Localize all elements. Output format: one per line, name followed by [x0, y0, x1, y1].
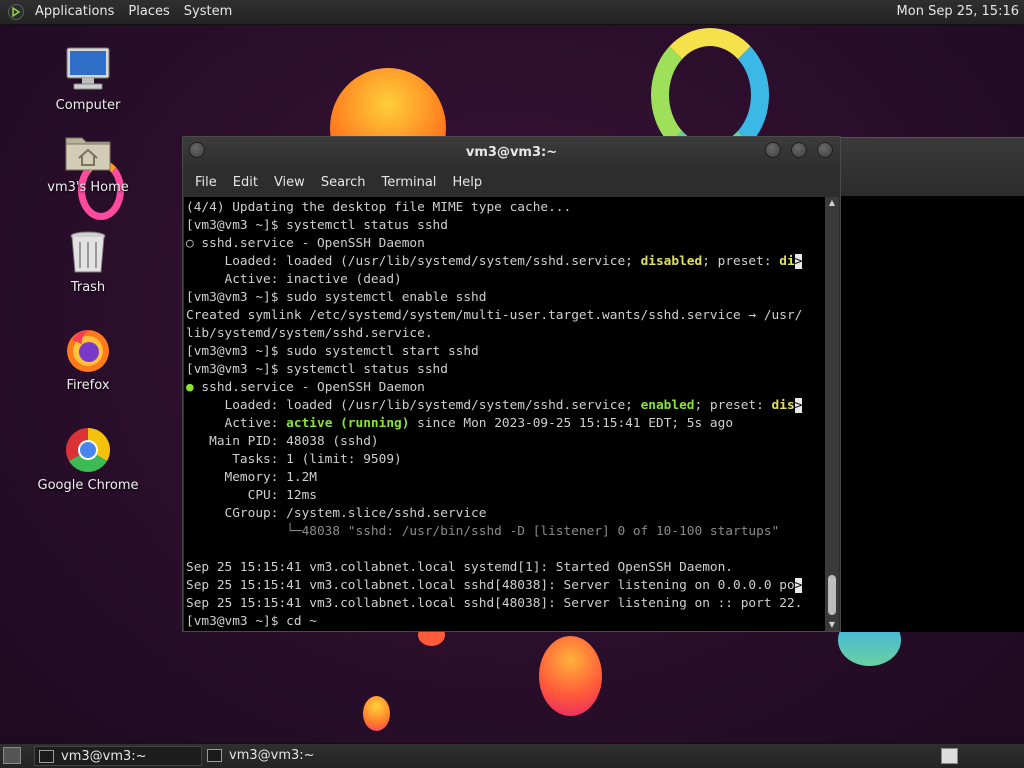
- terminal-line: lib/systemd/system/sshd.service.: [186, 326, 433, 341]
- menu-places[interactable]: Places: [121, 0, 176, 24]
- menu-applications[interactable]: Applications: [28, 0, 121, 24]
- home-folder-icon: [64, 128, 112, 176]
- desktop-icon-label: Firefox: [66, 378, 110, 393]
- terminal-line: [vm3@vm3 ~]$ systemctl status sshd: [186, 362, 448, 377]
- taskbar-item-label: vm3@vm3:~: [61, 749, 147, 764]
- line-segment: ; preset:: [694, 398, 772, 413]
- terminal-line: CPU: 12ms: [186, 488, 317, 503]
- terminal-titlebar[interactable]: vm3@vm3:~: [183, 137, 840, 169]
- terminal-line: ○ sshd.service - OpenSSH Daemon: [186, 236, 425, 251]
- window-title: vm3@vm3:~: [465, 145, 558, 160]
- terminal-line: [vm3@vm3 ~]$ sudo systemctl start sshd: [186, 344, 479, 359]
- terminal-line: [vm3@vm3 ~]$ sudo systemctl enable sshd: [186, 290, 487, 305]
- background-terminal-window[interactable]: [840, 137, 1024, 632]
- terminal-line: Memory: 1.2M: [186, 470, 317, 485]
- menu-view[interactable]: View: [266, 175, 313, 190]
- terminal-line: CGroup: /system.slice/sshd.service: [186, 506, 487, 521]
- line-segment: sshd.service - OpenSSH Daemon: [193, 380, 425, 395]
- panel-clock[interactable]: Mon Sep 25, 15:16: [897, 0, 1019, 24]
- wallpaper-pink-orb: [539, 636, 602, 716]
- menu-system[interactable]: System: [177, 0, 239, 24]
- line-segment: ; preset:: [702, 254, 780, 269]
- desktop-icon-firefox[interactable]: Firefox: [28, 326, 148, 393]
- desktop-icon-chrome[interactable]: Google Chrome: [28, 426, 148, 493]
- desktop-icon-label: Trash: [70, 280, 106, 295]
- menu-terminal[interactable]: Terminal: [373, 175, 444, 190]
- terminal-output[interactable]: (4/4) Updating the desktop file MIME typ…: [184, 197, 825, 631]
- terminal-line: └─48038 "sshd: /usr/bin/sshd -D [listene…: [186, 524, 780, 539]
- taskbar-item-terminal-1[interactable]: vm3@vm3:~: [34, 746, 202, 766]
- background-window-titlebar[interactable]: [840, 138, 1024, 196]
- scrollbar-thumb[interactable]: [828, 575, 836, 615]
- status-active-running: active (running): [286, 416, 410, 431]
- status-enabled: enabled: [640, 398, 695, 413]
- computer-icon: [64, 46, 112, 94]
- wallpaper-small-orb: [363, 696, 390, 731]
- desktop-icon-computer[interactable]: Computer: [28, 46, 148, 113]
- status-dot-icon: ●: [186, 380, 194, 395]
- line-segment: since Mon 2023-09-25 15:15:41 EDT; 5s ag…: [409, 416, 734, 431]
- line-segment: Sep 25 15:15:41 vm3.collabnet.local sshd…: [186, 578, 795, 593]
- terminal-menubar: File Edit View Search Terminal Help: [183, 169, 840, 195]
- terminal-line: (4/4) Updating the desktop file MIME typ…: [186, 200, 572, 215]
- scroll-up-arrow-icon[interactable]: ▲: [825, 197, 839, 209]
- desktop-icon-label: Google Chrome: [37, 478, 139, 493]
- menu-file[interactable]: File: [187, 175, 225, 190]
- terminal-window[interactable]: vm3@vm3:~ File Edit View Search Terminal…: [182, 136, 841, 632]
- taskbar-item-terminal-2[interactable]: vm3@vm3:~: [203, 746, 371, 766]
- overflow-marker: >: [794, 398, 803, 413]
- terminal-icon: [207, 749, 222, 762]
- terminal-line: Loaded: loaded (/usr/lib/systemd/system/…: [186, 253, 825, 271]
- desktop-icon-home[interactable]: vm3's Home: [28, 128, 148, 195]
- terminal-line: [vm3@vm3 ~]$ systemctl status sshd: [186, 218, 448, 233]
- line-segment: dis: [771, 398, 795, 413]
- show-desktop-icon[interactable]: [3, 747, 21, 764]
- terminal-icon: [39, 750, 54, 763]
- menu-help[interactable]: Help: [444, 175, 490, 190]
- maximize-button[interactable]: [791, 142, 807, 158]
- status-disabled: disabled: [640, 254, 703, 269]
- terminal-line: Main PID: 48038 (sshd): [186, 434, 379, 449]
- close-button[interactable]: [817, 142, 833, 158]
- workspace-switcher[interactable]: [941, 748, 958, 764]
- terminal-scrollbar[interactable]: ▲ ▼: [825, 197, 839, 631]
- minimize-button[interactable]: [765, 142, 781, 158]
- terminal-line: ● sshd.service - OpenSSH Daemon: [186, 379, 825, 397]
- firefox-icon: [64, 326, 112, 374]
- desktop-icon-label: Computer: [55, 98, 121, 113]
- overflow-marker: >: [794, 578, 803, 593]
- scroll-down-arrow-icon[interactable]: ▼: [825, 619, 839, 631]
- line-segment: Loaded: loaded (/usr/lib/systemd/system/…: [186, 254, 641, 269]
- applications-logo-icon[interactable]: [8, 4, 24, 20]
- terminal-line: Sep 25 15:15:41 vm3.collabnet.local sshd…: [186, 596, 803, 611]
- menu-edit[interactable]: Edit: [225, 175, 266, 190]
- desktop-icon-label: vm3's Home: [47, 180, 129, 195]
- desktop-icon-trash[interactable]: Trash: [28, 228, 148, 295]
- terminal-prompt-line: [vm3@vm3 ~]$ cd ~: [186, 614, 317, 629]
- top-panel: Applications Places System Mon Sep 25, 1…: [0, 0, 1024, 25]
- terminal-line: Sep 25 15:15:41 vm3.collabnet.local sshd…: [186, 577, 825, 595]
- taskbar-item-label: vm3@vm3:~: [229, 748, 315, 763]
- terminal-line: Active: active (running) since Mon 2023-…: [186, 415, 825, 433]
- trash-icon: [64, 228, 112, 276]
- chrome-icon: [64, 426, 112, 474]
- terminal-line: Created symlink /etc/systemd/system/mult…: [186, 308, 803, 323]
- terminal-line: Active: inactive (dead): [186, 272, 402, 287]
- line-segment: Loaded: loaded (/usr/lib/systemd/system/…: [186, 398, 641, 413]
- overflow-marker: >: [794, 254, 803, 269]
- menu-search[interactable]: Search: [313, 175, 374, 190]
- terminal-line: Sep 25 15:15:41 vm3.collabnet.local syst…: [186, 560, 734, 575]
- line-segment: Active:: [186, 416, 287, 431]
- terminal-line: Tasks: 1 (limit: 9509): [186, 452, 402, 467]
- bottom-panel: vm3@vm3:~ vm3@vm3:~: [0, 743, 1024, 768]
- line-segment: di: [779, 254, 795, 269]
- terminal-line: Loaded: loaded (/usr/lib/systemd/system/…: [186, 397, 825, 415]
